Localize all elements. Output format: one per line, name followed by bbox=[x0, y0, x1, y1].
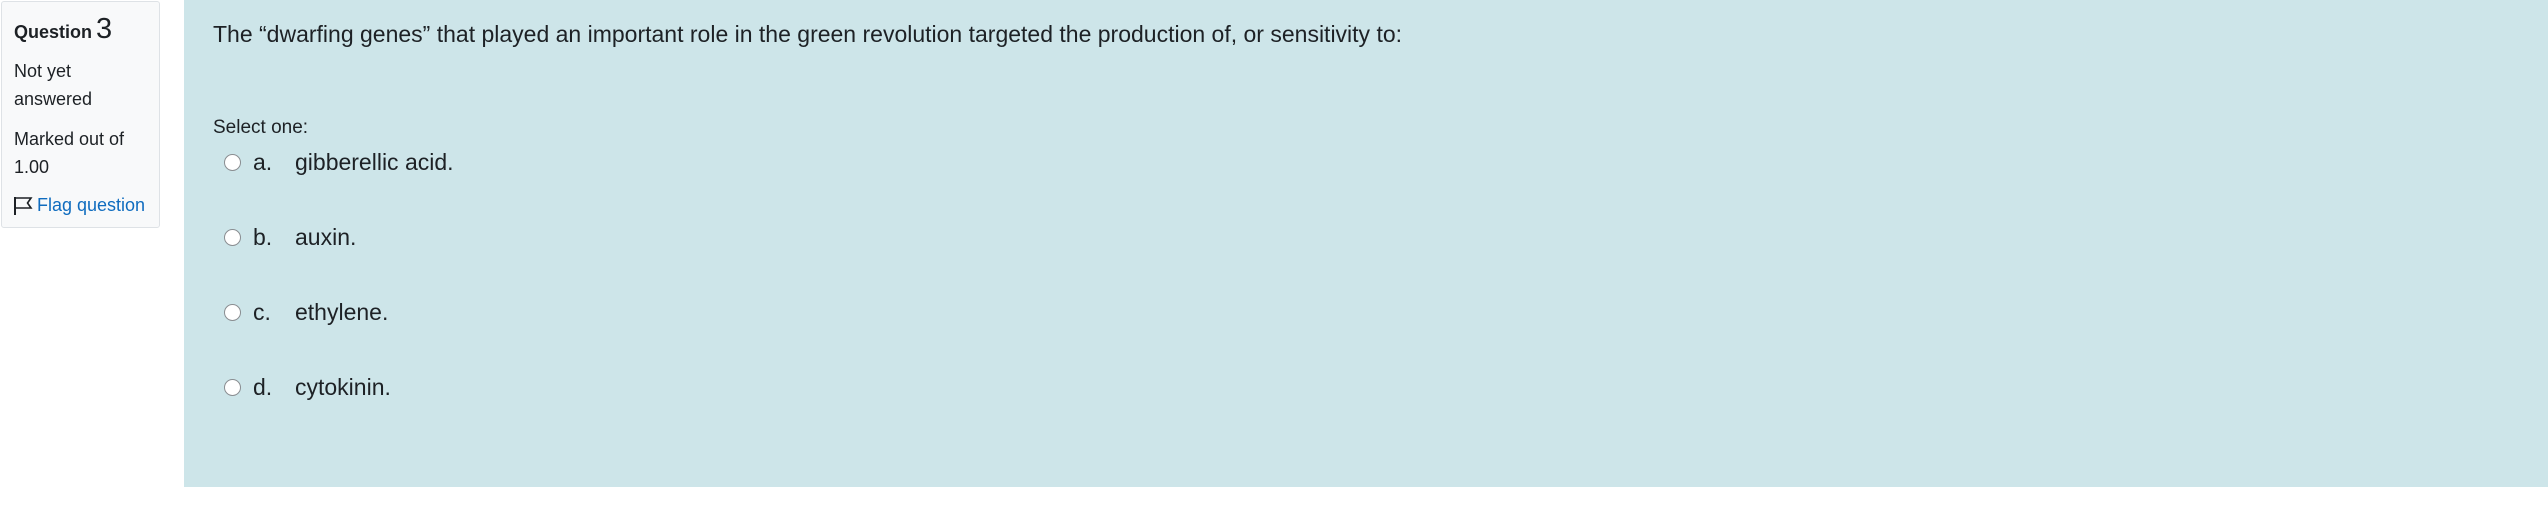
question-info-card: Question 3 Not yet answered Marked out of… bbox=[1, 1, 160, 228]
option-text: cytokinin. bbox=[295, 374, 391, 400]
option-letter: b. bbox=[253, 224, 273, 250]
answer-option-b[interactable]: b. auxin. bbox=[213, 223, 2548, 298]
answer-option-a[interactable]: a. gibberellic acid. bbox=[213, 148, 2548, 223]
question-grade: Marked out of 1.00 bbox=[14, 129, 125, 177]
flag-question-label: Flag question bbox=[37, 195, 146, 215]
question-number: 3 bbox=[96, 13, 113, 45]
option-text: auxin. bbox=[295, 224, 357, 250]
answer-option-d[interactable]: d. cytokinin. bbox=[213, 373, 2548, 448]
option-letter: c. bbox=[253, 299, 271, 325]
answer-option-c[interactable]: c. ethylene. bbox=[213, 298, 2548, 373]
radio-button-b[interactable] bbox=[224, 229, 241, 246]
question-label: Question bbox=[14, 22, 93, 42]
answer-options: a. gibberellic acid. b. auxin. c. ethyle… bbox=[213, 148, 2548, 448]
question-content: The “dwarfing genes” that played an impo… bbox=[184, 0, 2548, 487]
flag-question-link[interactable]: Flag question bbox=[13, 195, 159, 216]
radio-button-d[interactable] bbox=[224, 379, 241, 396]
option-text: ethylene. bbox=[295, 299, 389, 325]
radio-button-a[interactable] bbox=[224, 154, 241, 171]
option-letter: d. bbox=[253, 374, 273, 400]
radio-button-c[interactable] bbox=[224, 304, 241, 321]
option-letter: a. bbox=[253, 149, 273, 175]
select-one-prompt: Select one: bbox=[213, 117, 309, 138]
flag-icon bbox=[13, 196, 37, 216]
option-text: gibberellic acid. bbox=[295, 149, 454, 175]
question-text: The “dwarfing genes” that played an impo… bbox=[213, 21, 1403, 47]
quiz-page: Question 3 Not yet answered Marked out of… bbox=[0, 0, 2548, 510]
question-number-heading: Question 3 bbox=[14, 14, 159, 47]
question-state: Not yet answered bbox=[14, 61, 93, 109]
